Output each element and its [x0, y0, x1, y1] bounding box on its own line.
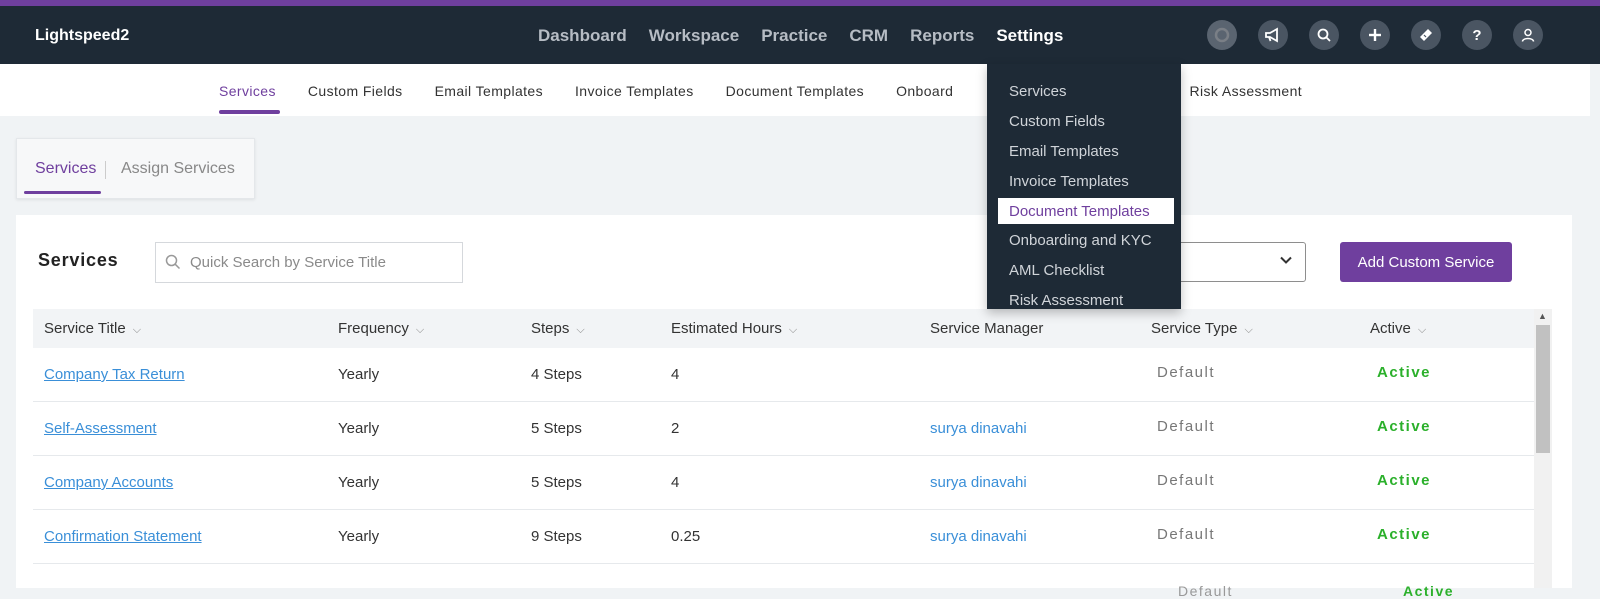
scroll-up-icon[interactable]: ▲ [1538, 311, 1547, 321]
services-panel: Services Add Custom Service Service Titl… [16, 215, 1572, 588]
services-tabs: Services Assign Services [16, 138, 255, 199]
service-title-link[interactable]: Company Tax Return [44, 366, 185, 383]
add-custom-service-button[interactable]: Add Custom Service [1340, 242, 1512, 282]
dropdown-item-services[interactable]: Services [1009, 83, 1067, 100]
header-service-manager: Service Manager [930, 320, 1044, 337]
subnav-risk-assessment[interactable]: Risk Assessment [1190, 83, 1303, 99]
brand-logo[interactable]: Lightspeed2 [35, 27, 129, 45]
header-service-title[interactable]: Service Title ⌵ [44, 320, 141, 337]
frequency-cell: Yearly [338, 474, 380, 491]
settings-dropdown-menu: Services Custom Fields Email Templates I… [987, 64, 1181, 309]
services-table: Service Title ⌵ Frequency ⌵ Steps ⌵ Estimat… [33, 309, 1550, 564]
filter-select[interactable] [1176, 242, 1306, 282]
dropdown-item-custom-fields[interactable]: Custom Fields [1009, 113, 1105, 130]
type-cell: Default [1157, 364, 1216, 381]
sort-caret-icon: ⌵ [576, 324, 585, 336]
nav-settings[interactable]: Settings [996, 26, 1063, 46]
service-title-link[interactable]: Self-Assessment [44, 420, 157, 437]
dropdown-item-email-templates[interactable]: Email Templates [1009, 143, 1119, 160]
tab-separator [105, 161, 106, 179]
nav-reports[interactable]: Reports [910, 26, 974, 46]
steps-cell: 5 Steps [531, 420, 582, 437]
panel-title: Services [38, 250, 119, 270]
frequency-cell: Yearly [338, 528, 380, 545]
search-icon [164, 253, 182, 271]
service-title-link[interactable]: Confirmation Statement [44, 528, 202, 545]
nav-practice[interactable]: Practice [761, 26, 827, 46]
header-estimated-hours[interactable]: Estimated Hours ⌵ [671, 320, 797, 337]
plus-icon[interactable] [1360, 20, 1390, 50]
sort-caret-icon: ⌵ [788, 324, 798, 336]
manager-cell: surya dinavahi [930, 474, 1027, 491]
tab-active-underline [24, 191, 101, 194]
steps-cell: 5 Steps [531, 474, 582, 491]
table-header: Service Title ⌵ Frequency ⌵ Steps ⌵ Estimat… [33, 309, 1550, 348]
subnav-custom-fields[interactable]: Custom Fields [308, 83, 403, 99]
type-cell: Default [1157, 526, 1216, 543]
sort-caret-icon: ⌵ [1244, 324, 1253, 336]
frequency-cell: Yearly [338, 366, 380, 383]
table-row: Company Tax Return Yearly 4 Steps 4 Defa… [33, 348, 1550, 402]
main-nav: Dashboard Workspace Practice CRM Reports… [538, 26, 1063, 46]
subnav-active-underline [219, 110, 280, 114]
header-frequency[interactable]: Frequency ⌵ [338, 320, 424, 337]
sort-caret-icon: ⌵ [415, 324, 425, 336]
frequency-cell: Yearly [338, 420, 380, 437]
steps-cell: 4 Steps [531, 366, 582, 383]
hours-cell: 0.25 [671, 528, 701, 545]
dropdown-item-risk-assessment[interactable]: Risk Assessment [1009, 292, 1123, 309]
subnav-email-templates[interactable]: Email Templates [435, 83, 543, 99]
hours-cell: 4 [671, 366, 680, 383]
status-badge: Active [1377, 472, 1432, 489]
header-service-type[interactable]: Service Type ⌵ [1151, 320, 1253, 337]
status-badge: Active [1377, 364, 1432, 381]
partial-row-active: Active [1403, 583, 1455, 599]
table-row: Company Accounts Yearly 5 Steps 4 surya … [33, 456, 1550, 510]
sort-caret-icon: ⌵ [1417, 324, 1427, 336]
tab-assign-services[interactable]: Assign Services [121, 160, 235, 178]
type-cell: Default [1157, 418, 1216, 435]
table-row: Self-Assessment Yearly 5 Steps 2 surya d… [33, 402, 1550, 456]
sort-caret-icon: ⌵ [132, 324, 142, 336]
subnav-onboarding[interactable]: Onboard [896, 83, 953, 99]
ticket-icon[interactable] [1411, 20, 1441, 50]
subnav-document-templates[interactable]: Document Templates [726, 83, 864, 99]
search-input[interactable] [190, 243, 460, 282]
nav-dashboard[interactable]: Dashboard [538, 26, 627, 46]
chevron-down-icon [1279, 253, 1293, 272]
nav-workspace[interactable]: Workspace [649, 26, 739, 46]
megaphone-icon[interactable] [1258, 20, 1288, 50]
dropdown-item-onboarding-kyc[interactable]: Onboarding and KYC [1009, 232, 1152, 249]
search-icon[interactable] [1309, 20, 1339, 50]
scrollbar-thumb[interactable] [1536, 325, 1550, 453]
status-badge: Active [1377, 418, 1432, 435]
hours-cell: 2 [671, 420, 680, 437]
header-active[interactable]: Active ⌵ [1370, 320, 1426, 337]
nav-crm[interactable]: CRM [849, 26, 888, 46]
google-icon[interactable] [1207, 20, 1237, 50]
settings-subnav: Services Custom Fields Email Templates I… [0, 64, 1590, 116]
partial-row-type: Default [1178, 583, 1233, 599]
header-steps[interactable]: Steps ⌵ [531, 320, 585, 337]
dropdown-item-aml-checklist[interactable]: AML Checklist [1009, 262, 1104, 279]
table-row: Confirmation Statement Yearly 9 Steps 0.… [33, 510, 1550, 564]
manager-cell: surya dinavahi [930, 528, 1027, 545]
subnav-services[interactable]: Services [219, 83, 276, 99]
subnav-invoice-templates[interactable]: Invoice Templates [575, 83, 694, 99]
top-navbar: Lightspeed2 Dashboard Workspace Practice… [0, 6, 1600, 64]
dropdown-item-document-templates[interactable]: Document Templates [998, 198, 1174, 224]
search-field [155, 242, 463, 283]
type-cell: Default [1157, 472, 1216, 489]
dropdown-item-invoice-templates[interactable]: Invoice Templates [1009, 173, 1129, 190]
nav-icon-group: ? [1207, 20, 1543, 50]
manager-cell: surya dinavahi [930, 420, 1027, 437]
status-badge: Active [1377, 526, 1432, 543]
help-icon[interactable]: ? [1462, 20, 1492, 50]
user-icon[interactable] [1513, 20, 1543, 50]
service-title-link[interactable]: Company Accounts [44, 474, 173, 491]
table-scrollbar[interactable]: ▲ [1534, 309, 1552, 588]
tab-services[interactable]: Services [35, 160, 96, 178]
steps-cell: 9 Steps [531, 528, 582, 545]
hours-cell: 4 [671, 474, 680, 491]
